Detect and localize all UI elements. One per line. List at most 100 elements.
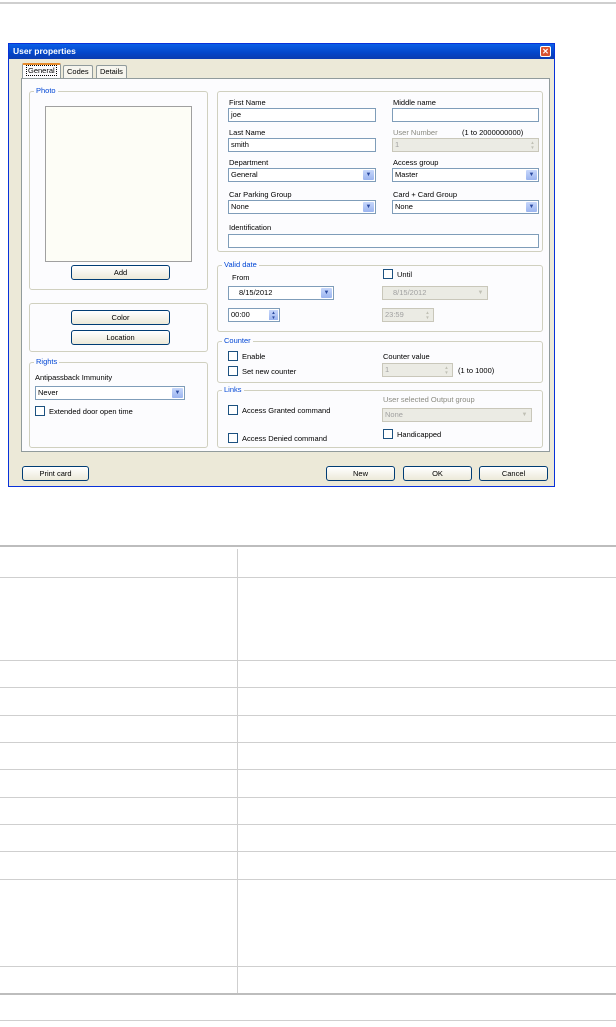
- enable-counter-label: Enable: [242, 352, 266, 361]
- table-row: [0, 797, 616, 825]
- chevron-down-icon: ▼: [321, 288, 332, 298]
- middle-name-input[interactable]: [392, 108, 539, 122]
- appearance-group: Color Location: [29, 303, 208, 352]
- card-card-group-label: Card + Card Group: [393, 190, 457, 199]
- tab-general[interactable]: General: [22, 63, 61, 79]
- page-bottom-rule: [0, 1020, 616, 1021]
- table-row: [0, 660, 616, 688]
- valid-date-group-title: Valid date: [222, 260, 259, 270]
- table-row: [0, 687, 616, 716]
- counter-value-label: Counter value: [383, 352, 430, 361]
- until-checkbox[interactable]: [383, 269, 393, 279]
- card-card-group-select[interactable]: None ▼: [392, 200, 539, 214]
- from-time-stepper[interactable]: 00:00 ▲ ▼: [228, 308, 280, 322]
- chevron-down-icon: ▼: [526, 170, 537, 180]
- photo-frame: [45, 106, 192, 262]
- middle-name-label: Middle name: [393, 98, 436, 107]
- page-top-rule: [0, 2, 616, 4]
- color-button[interactable]: Color: [71, 310, 170, 325]
- table-row: [0, 966, 616, 995]
- location-button[interactable]: Location: [71, 330, 170, 345]
- user-number-range: (1 to 2000000000): [462, 128, 524, 137]
- set-new-counter-label: Set new counter: [242, 367, 297, 376]
- extended-door-label: Extended door open time: [49, 407, 133, 416]
- department-label: Department: [229, 158, 269, 167]
- photo-group-title: Photo: [34, 86, 58, 96]
- access-granted-label: Access Granted command: [242, 406, 331, 415]
- last-name-input[interactable]: smith: [228, 138, 376, 152]
- valid-date-group: Valid date From 8/15/2012 ▼ 00:00 ▲ ▼ Unt…: [217, 260, 543, 332]
- spin-arrows-icon: ▲ ▼: [528, 140, 537, 150]
- identity-group: First Name joe Middle name Last Name smi…: [217, 91, 543, 252]
- title-bar[interactable]: User properties ✕: [9, 44, 554, 59]
- from-label: From: [232, 273, 250, 282]
- counter-range: (1 to 1000): [458, 366, 495, 375]
- access-granted-checkbox[interactable]: [228, 405, 238, 415]
- table-row: [0, 851, 616, 880]
- access-group-select[interactable]: Master ▼: [392, 168, 539, 182]
- department-select[interactable]: General ▼: [228, 168, 376, 182]
- chevron-down-icon: ▼: [363, 202, 374, 212]
- until-time-stepper[interactable]: 23:59 ▲ ▼: [382, 308, 434, 322]
- table-row: [0, 879, 616, 967]
- extended-door-checkbox[interactable]: [35, 406, 45, 416]
- tab-details[interactable]: Details: [96, 65, 127, 78]
- first-name-input[interactable]: joe: [228, 108, 376, 122]
- from-date-picker[interactable]: 8/15/2012 ▼: [228, 286, 334, 300]
- user-properties-dialog: User properties ✕ General Codes Details …: [8, 43, 555, 487]
- rights-group: Rights Antipassback Immunity Never ▼ Ext…: [29, 357, 208, 448]
- add-photo-button[interactable]: Add: [71, 265, 170, 280]
- spin-arrows-icon: ▲ ▼: [269, 310, 278, 320]
- chevron-down-icon: ▼: [526, 202, 537, 212]
- print-card-button[interactable]: Print card: [22, 466, 89, 481]
- photo-group: Photo Add: [29, 86, 208, 290]
- access-denied-label: Access Denied command: [242, 434, 328, 443]
- rights-group-title: Rights: [34, 357, 60, 367]
- new-button[interactable]: New: [326, 466, 395, 481]
- spin-arrows-icon: ▲ ▼: [423, 310, 432, 320]
- output-group-label: User selected Output group: [383, 395, 475, 404]
- tab-codes[interactable]: Codes: [63, 65, 93, 78]
- handicapped-checkbox[interactable]: [383, 429, 393, 439]
- counter-group: Counter Enable Set new counter Counter v…: [217, 336, 543, 383]
- field-description-table: [0, 545, 616, 995]
- output-group-select[interactable]: None ▼: [382, 408, 532, 422]
- spin-arrows-icon: ▲ ▼: [442, 365, 451, 375]
- until-date-picker[interactable]: 8/15/2012 ▼: [382, 286, 488, 300]
- access-group-label: Access group: [393, 158, 439, 167]
- table-row: [0, 715, 616, 743]
- access-denied-checkbox[interactable]: [228, 433, 238, 443]
- user-number-label: User Number: [393, 128, 438, 137]
- links-group: Links Access Granted command Access Deni…: [217, 385, 543, 448]
- table-row: [0, 769, 616, 798]
- close-button[interactable]: ✕: [540, 46, 551, 57]
- counter-value-stepper[interactable]: 1 ▲ ▼: [382, 363, 453, 377]
- car-parking-label: Car Parking Group: [229, 190, 292, 199]
- user-number-stepper[interactable]: 1 ▲ ▼: [392, 138, 539, 152]
- table-row: [0, 824, 616, 852]
- antipassback-label: Antipassback Immunity: [35, 373, 113, 382]
- links-group-title: Links: [222, 385, 244, 395]
- car-parking-select[interactable]: None ▼: [228, 200, 376, 214]
- table-header-row: [0, 549, 616, 578]
- identification-label: Identification: [229, 223, 272, 232]
- chevron-down-icon: ▼: [475, 288, 486, 298]
- counter-group-title: Counter: [222, 336, 253, 346]
- identification-input[interactable]: [228, 234, 539, 248]
- last-name-label: Last Name: [229, 128, 266, 137]
- chevron-down-icon: ▼: [519, 410, 530, 420]
- cancel-button[interactable]: Cancel: [479, 466, 548, 481]
- table-row: [0, 577, 616, 661]
- antipassback-select[interactable]: Never ▼: [35, 386, 185, 400]
- dialog-title: User properties: [13, 46, 76, 56]
- chevron-down-icon: ▼: [363, 170, 374, 180]
- chevron-down-icon: ▼: [172, 388, 183, 398]
- set-new-counter-checkbox[interactable]: [228, 366, 238, 376]
- table-row: [0, 742, 616, 770]
- ok-button[interactable]: OK: [403, 466, 472, 481]
- first-name-label: First Name: [229, 98, 266, 107]
- until-label: Until: [397, 270, 413, 279]
- enable-counter-checkbox[interactable]: [228, 351, 238, 361]
- close-icon: ✕: [542, 47, 549, 56]
- handicapped-label: Handicapped: [397, 430, 442, 439]
